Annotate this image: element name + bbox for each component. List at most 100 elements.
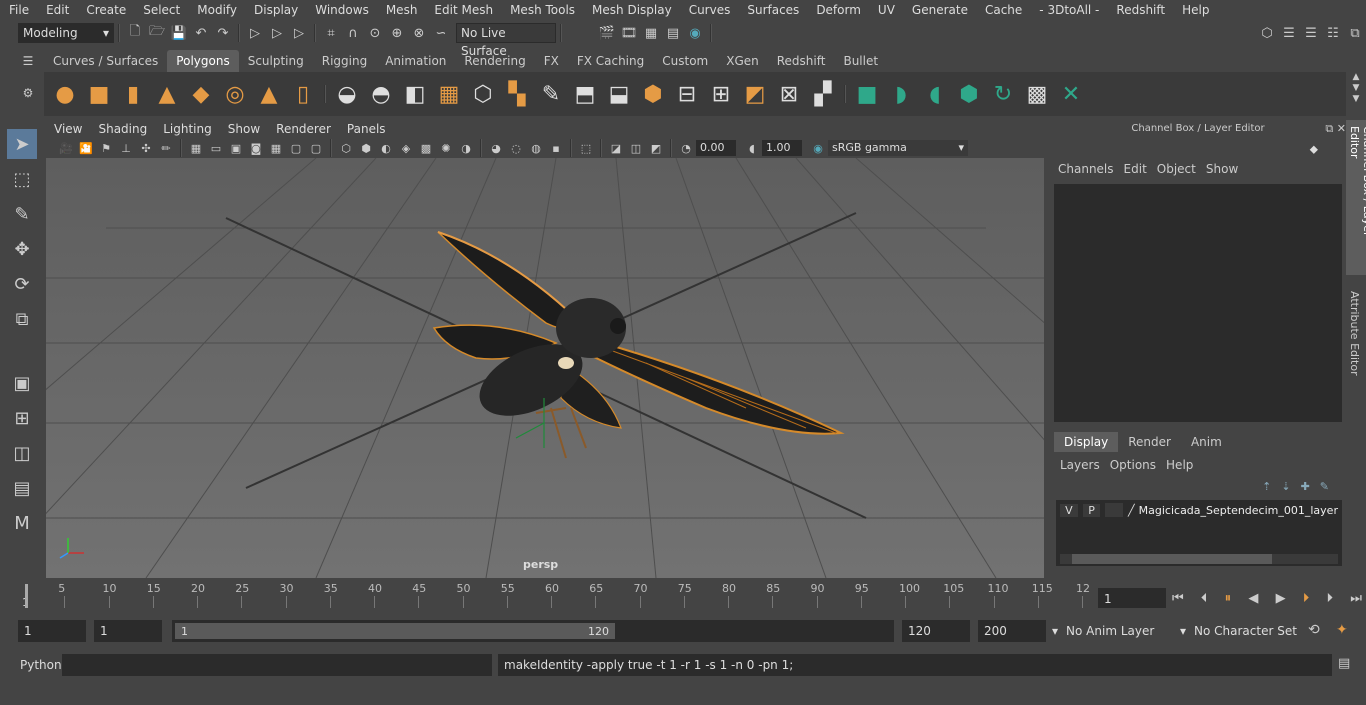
image-plane-icon[interactable]: ⊥ — [118, 140, 134, 156]
field-chart-icon[interactable]: ▦ — [268, 140, 284, 156]
panel-float-icon[interactable]: ⧉ ✕ — [1325, 122, 1346, 136]
poly-cylinder-icon[interactable]: ▮ — [119, 80, 147, 108]
anti-aliasing-icon[interactable]: ◍ — [528, 140, 544, 156]
snap-view-plane-icon[interactable]: ⊗ — [410, 24, 428, 42]
layer-visibility-toggle[interactable]: V — [1060, 503, 1078, 517]
camera-icon[interactable]: 🎥 — [58, 140, 74, 156]
bookmark-icon[interactable]: ⚑ — [98, 140, 114, 156]
step-forward-frame-icon[interactable]: ⏵ — [1303, 591, 1310, 606]
save-scene-icon[interactable]: 💾 — [170, 24, 188, 42]
rotate-tool-icon[interactable]: ⟳ — [7, 269, 37, 299]
exposure-field[interactable]: 0.00 — [696, 140, 736, 156]
anim-layer-selector[interactable]: ▾ No Anim Layer — [1052, 620, 1170, 642]
menu-select[interactable]: Select — [134, 0, 188, 20]
outliner-layout-icon[interactable]: ▤ — [7, 473, 37, 503]
script-editor-icon[interactable]: ▤ — [1338, 656, 1350, 671]
step-back-key-icon[interactable]: ⏴ — [1201, 591, 1208, 606]
menu-icon[interactable]: ☰ — [18, 54, 38, 68]
boolean-icon[interactable]: ⬡ — [469, 80, 497, 108]
mirror-icon[interactable]: ▚ — [503, 80, 531, 108]
wireframe-icon[interactable]: ⬡ — [338, 140, 354, 156]
gamma-icon[interactable]: ◖ — [744, 140, 760, 156]
2d-pan-icon[interactable]: ✣ — [138, 140, 154, 156]
playback-start-field[interactable]: 1 — [94, 620, 162, 642]
lasso-tool-icon[interactable]: ⬚ — [7, 164, 37, 194]
snap-projected-icon[interactable]: ⊕ — [388, 24, 406, 42]
select-component-icon[interactable]: ▷ — [290, 24, 308, 42]
merge-icon[interactable]: ▞ — [809, 80, 837, 108]
menu-modify[interactable]: Modify — [188, 0, 245, 20]
tab-sculpting[interactable]: Sculpting — [239, 50, 313, 72]
snap-curve-icon[interactable]: ∩ — [344, 24, 362, 42]
paint-select-tool-icon[interactable]: ✎ — [7, 199, 37, 229]
ipr-render-icon[interactable]: ▦ — [642, 24, 660, 42]
menu-mesh-display[interactable]: Mesh Display — [583, 0, 680, 20]
menu-redshift[interactable]: Redshift — [1107, 0, 1173, 20]
use-all-lights-icon[interactable]: ✺ — [438, 140, 454, 156]
open-scene-icon[interactable]: 🗁 — [148, 24, 166, 42]
render-settings-icon[interactable]: ▤ — [664, 24, 682, 42]
scale-tool-icon[interactable]: ⧉ — [7, 304, 37, 334]
uv-spherical-icon[interactable]: ◖ — [921, 80, 949, 108]
layer-playback-toggle[interactable]: P — [1082, 503, 1101, 517]
offset-edge-loop-icon[interactable]: ⊞ — [707, 80, 735, 108]
use-default-material-icon[interactable]: ◐ — [378, 140, 394, 156]
move-layer-up-icon[interactable]: ⇡ — [1262, 480, 1271, 493]
move-layer-down-icon[interactable]: ⇣ — [1281, 480, 1290, 493]
layer-color-swatch[interactable] — [1105, 503, 1124, 517]
tab-fx-caching[interactable]: FX Caching — [568, 50, 653, 72]
layers-toggle-icon[interactable]: ⧉ — [1346, 24, 1364, 42]
tab-anim[interactable]: Anim — [1181, 432, 1232, 452]
undo-icon[interactable]: ↶ — [192, 24, 210, 42]
range-slider-thumb[interactable]: 1 120 — [175, 623, 615, 639]
tab-redshift[interactable]: Redshift — [768, 50, 835, 72]
step-back-frame-icon[interactable]: ⏸ — [1225, 591, 1232, 606]
tab-xgen[interactable]: XGen — [717, 50, 768, 72]
uv-checker-icon[interactable]: ▩ — [1023, 80, 1051, 108]
layer-scrollbar[interactable] — [1060, 554, 1338, 564]
menu-edit-mesh[interactable]: Edit Mesh — [425, 0, 501, 20]
scene-end-field[interactable]: 200 — [978, 620, 1046, 642]
live-surface-field[interactable]: No Live Surface — [456, 23, 556, 58]
xray-components-icon[interactable]: ◩ — [648, 140, 664, 156]
channel-box-menu-object[interactable]: Object — [1155, 159, 1204, 179]
extrude-icon[interactable]: ⬒ — [571, 80, 599, 108]
channel-box-area[interactable] — [1054, 184, 1342, 422]
step-forward-key-icon[interactable]: ⏵ — [1327, 591, 1334, 606]
poly-sphere-icon[interactable]: ● — [51, 80, 79, 108]
new-scene-icon[interactable]: 🗋 — [126, 24, 144, 42]
play-backwards-icon[interactable]: ◀ — [1248, 591, 1258, 606]
time-cursor[interactable] — [25, 584, 28, 608]
shelf-scroll[interactable]: ▲ ▼ ▼ — [1346, 72, 1366, 116]
go-to-end-icon[interactable]: ⏭ — [1350, 591, 1362, 606]
grease-pencil-icon[interactable]: ✏ — [158, 140, 174, 156]
character-set-selector[interactable]: ▾ No Character Set — [1180, 620, 1300, 642]
tab-display[interactable]: Display — [1054, 432, 1119, 452]
new-layer-selected-icon[interactable]: ✎ — [1320, 480, 1329, 493]
wireframe-on-shaded-icon[interactable]: ◈ — [398, 140, 414, 156]
xray-joints-icon[interactable]: ◫ — [628, 140, 644, 156]
tab-rendering[interactable]: Rendering — [455, 50, 534, 72]
poly-plane-icon[interactable]: ◆ — [187, 80, 215, 108]
viewport-menu-panels[interactable]: Panels — [339, 120, 394, 138]
safe-title-icon[interactable]: ▢ — [308, 140, 324, 156]
layer-name[interactable]: Magicicada_Septendecim_001_layer — [1139, 504, 1338, 517]
snap-grid-icon[interactable]: ⌗ — [322, 24, 340, 42]
redo-icon[interactable]: ↷ — [214, 24, 232, 42]
move-tool-icon[interactable]: ✥ — [7, 234, 37, 264]
poly-pipe-icon[interactable]: ▯ — [289, 80, 317, 108]
layer-menu-options[interactable]: Options — [1108, 455, 1164, 475]
tab-attribute-editor[interactable]: Attribute Editor — [1346, 285, 1363, 385]
tab-custom[interactable]: Custom — [653, 50, 717, 72]
tab-render[interactable]: Render — [1118, 432, 1181, 452]
go-to-start-icon[interactable]: ⏮ — [1172, 591, 1184, 606]
command-input[interactable] — [62, 654, 492, 676]
menu-deform[interactable]: Deform — [807, 0, 869, 20]
snap-live-icon[interactable]: ∽ — [432, 24, 450, 42]
screen-space-ao-icon[interactable]: ◕ — [488, 140, 504, 156]
multi-cut-icon[interactable]: ✎ — [537, 80, 565, 108]
scrollbar-thumb[interactable] — [1072, 554, 1272, 564]
menu-3dtoall[interactable]: - 3DtoAll - — [1030, 0, 1107, 20]
render-view-icon[interactable]: 🎬 — [598, 24, 616, 42]
mode-selector[interactable]: Modeling ▾ — [18, 23, 114, 43]
